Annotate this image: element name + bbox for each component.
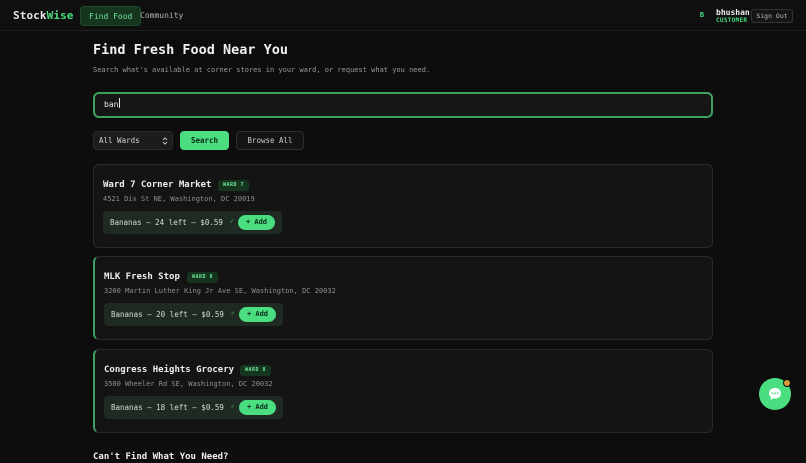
- check-icon: ✓: [230, 218, 234, 225]
- search-input-value: ban: [104, 100, 119, 109]
- page-subtitle: Search what's available at corner stores…: [93, 66, 431, 74]
- ward-select[interactable]: All Wards: [93, 131, 173, 150]
- nav-tab-community[interactable]: Community: [132, 6, 191, 26]
- search-button[interactable]: Search: [180, 131, 229, 150]
- user-name: bhushan: [716, 8, 750, 17]
- chevron-up-down-icon: [162, 137, 168, 145]
- ward-badge: WARD 7: [218, 180, 250, 191]
- brand-logo[interactable]: StockWise: [13, 9, 74, 22]
- notification-dot: [783, 379, 791, 387]
- top-navbar: StockWise Find Food Community B bhushan …: [0, 0, 806, 31]
- store-card: Ward 7 Corner Market WARD 7 4521 Dix St …: [93, 164, 713, 248]
- store-address: 3200 Martin Luther King Jr Ave SE, Washi…: [104, 287, 336, 295]
- store-card: Congress Heights Grocery WARD 8 3500 Whe…: [93, 349, 713, 433]
- store-name: MLK Fresh Stop: [104, 272, 180, 282]
- ward-badge: WARD 8: [187, 272, 219, 283]
- chat-button[interactable]: [759, 378, 791, 410]
- text-caret: [119, 98, 121, 108]
- brand-part-stock: Stock: [13, 9, 47, 22]
- product-chip: Bananas — 20 left — $0.59 ✓ + Add: [104, 303, 283, 326]
- sign-out-button[interactable]: Sign Out: [751, 9, 793, 23]
- avatar[interactable]: B: [696, 9, 708, 21]
- add-to-cart-button[interactable]: + Add: [239, 307, 276, 322]
- product-chip: Bananas — 24 left — $0.59 ✓ + Add: [103, 211, 282, 234]
- ward-select-value: All Wards: [99, 136, 140, 145]
- add-to-cart-button[interactable]: + Add: [238, 215, 275, 230]
- check-icon: ✓: [231, 310, 235, 317]
- store-name: Congress Heights Grocery: [104, 365, 235, 375]
- product-info: Bananas — 20 left — $0.59: [111, 310, 224, 319]
- product-info: Bananas — 18 left — $0.59: [111, 403, 224, 412]
- chat-bubble-icon: [769, 388, 781, 400]
- store-address: 3500 Wheeler Rd SE, Washington, DC 20032: [104, 380, 273, 388]
- add-to-cart-button[interactable]: + Add: [239, 400, 276, 415]
- page-title: Find Fresh Food Near You: [93, 42, 289, 58]
- user-role: CUSTOMER: [716, 17, 748, 24]
- search-input[interactable]: ban: [93, 92, 713, 118]
- store-address: 4521 Dix St NE, Washington, DC 20019: [103, 195, 255, 203]
- request-section-title: Can't Find What You Need?: [93, 452, 229, 462]
- store-card: MLK Fresh Stop WARD 8 3200 Martin Luther…: [93, 256, 713, 340]
- store-name: Ward 7 Corner Market: [103, 180, 212, 190]
- brand-part-wise: Wise: [46, 9, 74, 22]
- product-info: Bananas — 24 left — $0.59: [110, 218, 223, 227]
- product-chip: Bananas — 18 left — $0.59 ✓ + Add: [104, 396, 283, 419]
- browse-all-button[interactable]: Browse All: [236, 131, 304, 150]
- ward-badge: WARD 8: [240, 365, 272, 376]
- check-icon: ✓: [231, 403, 235, 410]
